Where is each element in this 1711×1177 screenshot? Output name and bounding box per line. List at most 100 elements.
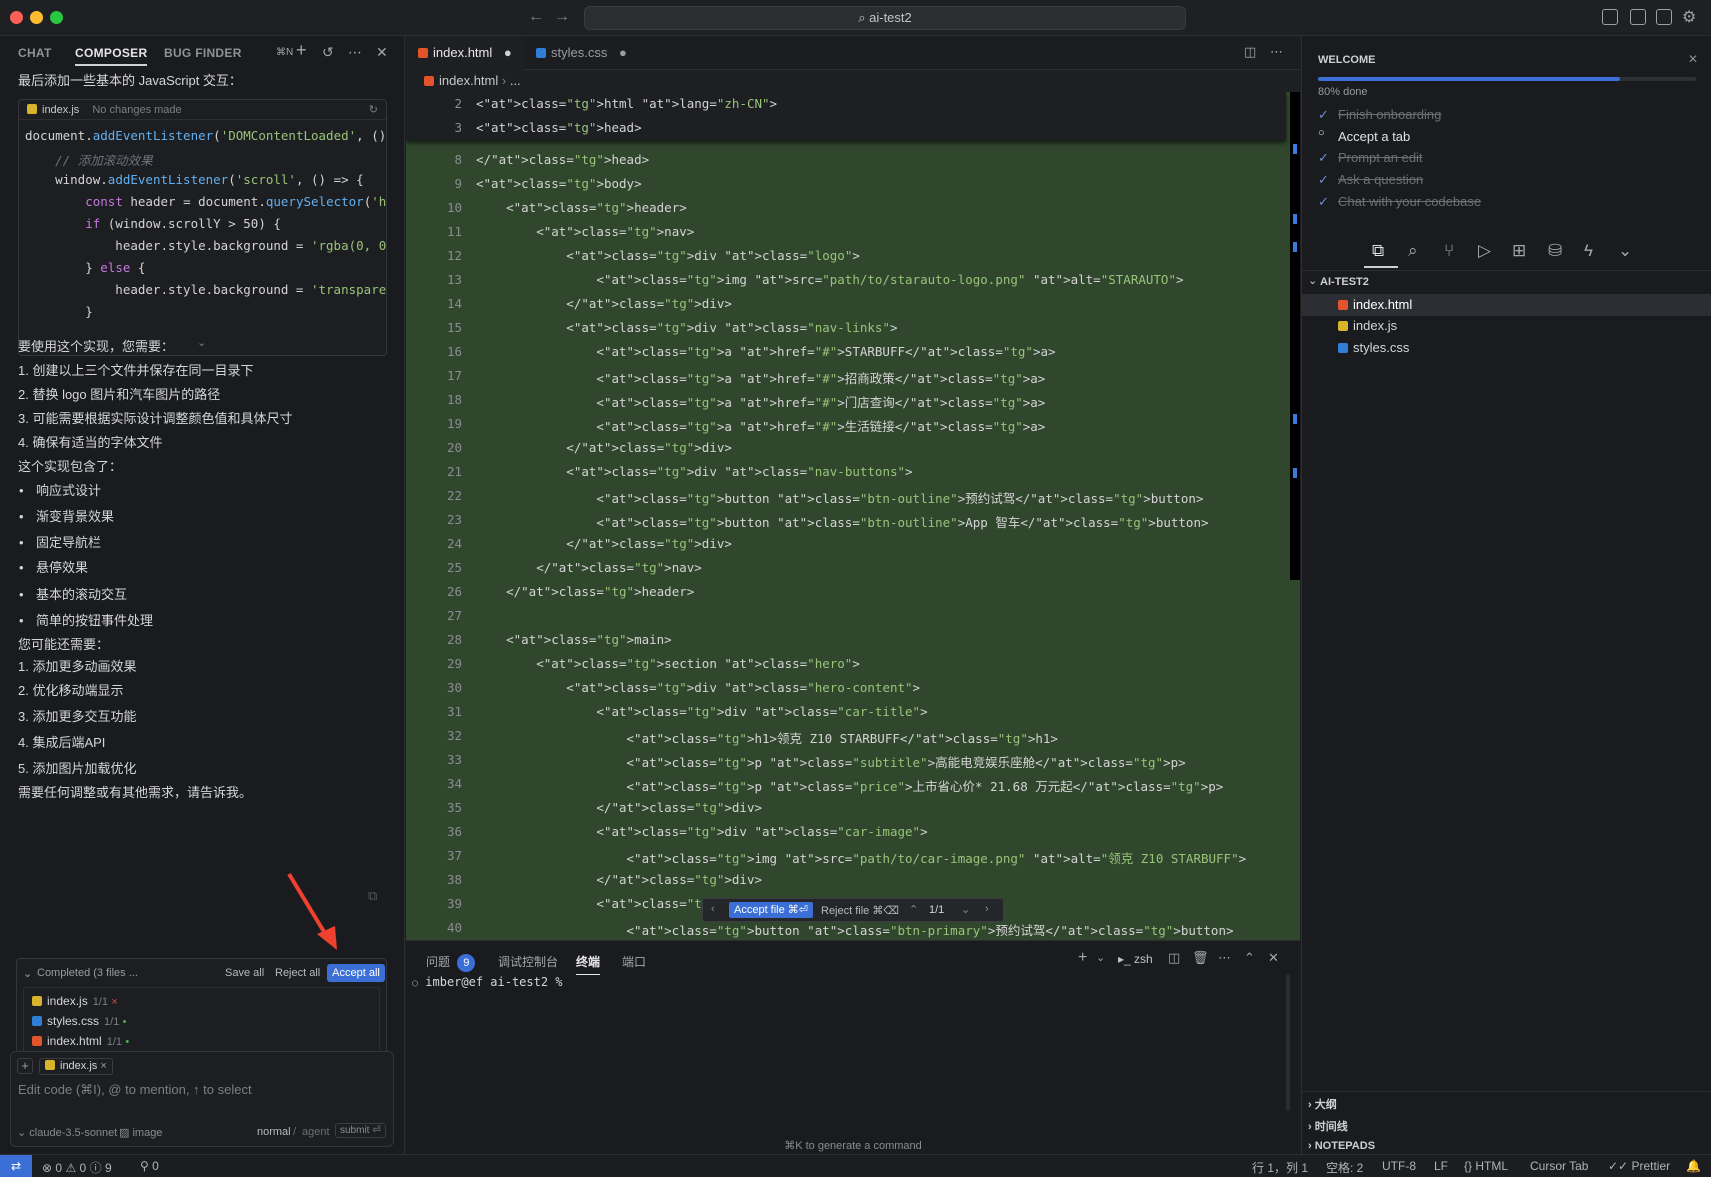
cursor-position[interactable]: 行 1，列 1	[1252, 1159, 1308, 1176]
panel-tab-debug-console[interactable]: 调试控制台	[498, 953, 558, 970]
encoding[interactable]: UTF-8	[1382, 1159, 1416, 1173]
more-icon[interactable]: ⋯	[348, 44, 362, 61]
source-control-icon[interactable]: ⑂	[1444, 241, 1454, 261]
close-icon[interactable]: ✕	[376, 44, 388, 61]
completed-file-row[interactable]: index.html 1/1 •	[32, 1034, 129, 1048]
panel-tab-terminal[interactable]: 终端	[576, 953, 601, 975]
minimap[interactable]	[1290, 92, 1300, 580]
cursor-tab-status[interactable]: Cursor Tab	[1530, 1159, 1588, 1173]
reject-file-button[interactable]: Reject file ⌘⌫	[821, 904, 899, 917]
new-terminal-plus-icon[interactable]: +	[1078, 949, 1087, 967]
chevron-right-icon[interactable]: ›	[985, 903, 989, 915]
context-chip[interactable]: index.js ×	[39, 1058, 113, 1075]
tree-item-styles-css[interactable]: styles.css	[1338, 340, 1409, 355]
split-editor-icon[interactable]: ◫	[1244, 44, 1256, 60]
bell-icon[interactable]: 🔔	[1686, 1159, 1701, 1173]
code-block-filename[interactable]: index.js	[42, 104, 79, 116]
more-actions-icon[interactable]: ⋯	[1270, 44, 1283, 60]
unsaved-dot-icon[interactable]: ●	[619, 45, 627, 60]
add-context-plus-icon[interactable]: +	[17, 1058, 33, 1074]
back-arrow-icon[interactable]: ←	[528, 8, 544, 26]
submit-button[interactable]: submit ⏎	[335, 1123, 386, 1138]
gear-icon[interactable]: ⚙	[1682, 7, 1696, 27]
expand-chevron-icon[interactable]: ⌄	[197, 336, 206, 349]
mode-normal[interactable]: normal	[257, 1126, 291, 1138]
accept-all-button[interactable]: Accept all	[327, 964, 385, 982]
close-welcome-icon[interactable]: ✕	[1688, 52, 1698, 66]
model-selector[interactable]: ⌄ claude-3.5-sonnet	[17, 1126, 117, 1139]
shell-selector[interactable]: ▸_ zsh	[1118, 952, 1153, 966]
lightning-icon[interactable]: ϟ	[1584, 241, 1593, 261]
chevron-down-icon[interactable]: ⌄	[1618, 241, 1632, 261]
mode-agent[interactable]: agent	[302, 1126, 330, 1138]
terminal-dropdown-icon[interactable]: ⌄	[1096, 951, 1105, 964]
tab-index-html[interactable]: index.html ●	[406, 36, 524, 70]
split-terminal-icon[interactable]: ◫	[1168, 950, 1180, 966]
explorer-icon[interactable]: ⧉	[1372, 241, 1384, 261]
command-center-search[interactable]: ⌕ ai-test2	[584, 6, 1186, 30]
reject-all-button[interactable]: Reject all	[275, 967, 320, 979]
history-icon[interactable]: ↺	[322, 44, 334, 61]
close-window-button[interactable]	[10, 11, 23, 24]
breadcrumb-file[interactable]: index.html	[439, 73, 498, 88]
checklist-item[interactable]: Chat with your codebase	[1338, 194, 1481, 209]
trash-icon[interactable]: 🗑	[1192, 950, 1209, 966]
chevron-down-icon[interactable]: ⌄	[23, 967, 32, 980]
image-attach-button[interactable]: ▨ image	[119, 1126, 162, 1139]
terminal-output[interactable]: ○ imber@ef ai-test2 %	[412, 975, 563, 989]
toggle-panel-icon[interactable]	[1630, 9, 1646, 25]
chevron-up-icon[interactable]: ⌃	[909, 903, 918, 916]
reapply-icon[interactable]: ↻	[369, 100, 378, 120]
chevron-left-icon[interactable]: ‹	[711, 903, 715, 915]
checklist-item[interactable]: Ask a question	[1338, 172, 1423, 187]
completed-file-row[interactable]: styles.css 1/1 •	[32, 1014, 127, 1028]
notepads-section[interactable]: › NOTEPADS	[1308, 1140, 1375, 1152]
chevron-down-icon[interactable]: ⌄	[961, 903, 970, 916]
indentation[interactable]: 空格: 2	[1326, 1159, 1363, 1176]
tree-item-index-html[interactable]: index.html	[1302, 294, 1711, 316]
more-icon[interactable]: ⋯	[1218, 950, 1231, 966]
prettier-status[interactable]: ✓✓ Prettier	[1608, 1159, 1670, 1173]
end-of-line[interactable]: LF	[1434, 1159, 1448, 1173]
remove-chip-icon[interactable]: ×	[100, 1060, 106, 1072]
outline-section[interactable]: › 大纲	[1308, 1096, 1337, 1112]
save-all-button[interactable]: Save all	[225, 967, 264, 979]
search-icon[interactable]: ⌕	[1408, 241, 1418, 261]
ports-status[interactable]: ⚲ 0	[140, 1159, 159, 1173]
project-title[interactable]: AI-TEST2	[1320, 276, 1369, 288]
panel-tab-problems[interactable]: 问题 9	[426, 953, 476, 972]
language-mode[interactable]: {} HTML	[1464, 1159, 1508, 1173]
breadcrumb-symbol[interactable]: ...	[510, 73, 521, 88]
copy-icon[interactable]: ⧉	[368, 888, 377, 904]
tab-bug-finder[interactable]: BUG FINDER	[164, 46, 242, 60]
unsaved-dot-icon[interactable]: ●	[504, 45, 512, 60]
maximize-panel-icon[interactable]: ⌃	[1244, 950, 1255, 966]
accept-file-button[interactable]: Accept file ⌘⏎	[729, 902, 814, 918]
problems-status[interactable]: ⊗ 0 ⚠ 0 ⓘ 9	[42, 1159, 112, 1176]
panel-tab-ports[interactable]: 端口	[622, 953, 646, 970]
remote-indicator-icon[interactable]: ⇄	[0, 1155, 32, 1177]
database-icon[interactable]: ⛁	[1548, 241, 1562, 261]
chevron-down-icon[interactable]: ⌄	[1308, 274, 1317, 287]
timeline-section[interactable]: › 时间线	[1308, 1118, 1348, 1134]
checklist-item[interactable]: Finish onboarding	[1338, 107, 1441, 122]
toggle-secondary-sidebar-icon[interactable]	[1656, 9, 1672, 25]
forward-arrow-icon[interactable]: →	[554, 8, 570, 26]
tab-composer[interactable]: COMPOSER	[75, 46, 148, 66]
close-panel-icon[interactable]: ✕	[1268, 950, 1279, 966]
plus-icon[interactable]: +	[296, 40, 307, 61]
checklist-item[interactable]: Accept a tab	[1338, 129, 1410, 144]
tree-item-index-js[interactable]: index.js	[1338, 318, 1397, 333]
maximize-window-button[interactable]	[50, 11, 63, 24]
minimize-window-button[interactable]	[30, 11, 43, 24]
tab-chat[interactable]: CHAT	[18, 46, 52, 60]
sticky-scroll-header[interactable]: 2 <"at">class="tg">html "at">lang="zh-CN"…	[406, 92, 1286, 140]
composer-input-field[interactable]: Edit code (⌘I), @ to mention, ↑ to selec…	[18, 1082, 252, 1098]
tab-styles-css[interactable]: styles.css ●	[524, 36, 648, 70]
run-debug-icon[interactable]: ▷	[1478, 241, 1491, 261]
toggle-primary-sidebar-icon[interactable]	[1602, 9, 1618, 25]
completed-file-row[interactable]: index.js 1/1 ×	[32, 994, 118, 1008]
checklist-item[interactable]: Prompt an edit	[1338, 150, 1423, 165]
extensions-icon[interactable]: ⊞	[1512, 241, 1526, 261]
code-editor[interactable]: 2 <"at">class="tg">html "at">lang="zh-CN"…	[406, 92, 1300, 940]
